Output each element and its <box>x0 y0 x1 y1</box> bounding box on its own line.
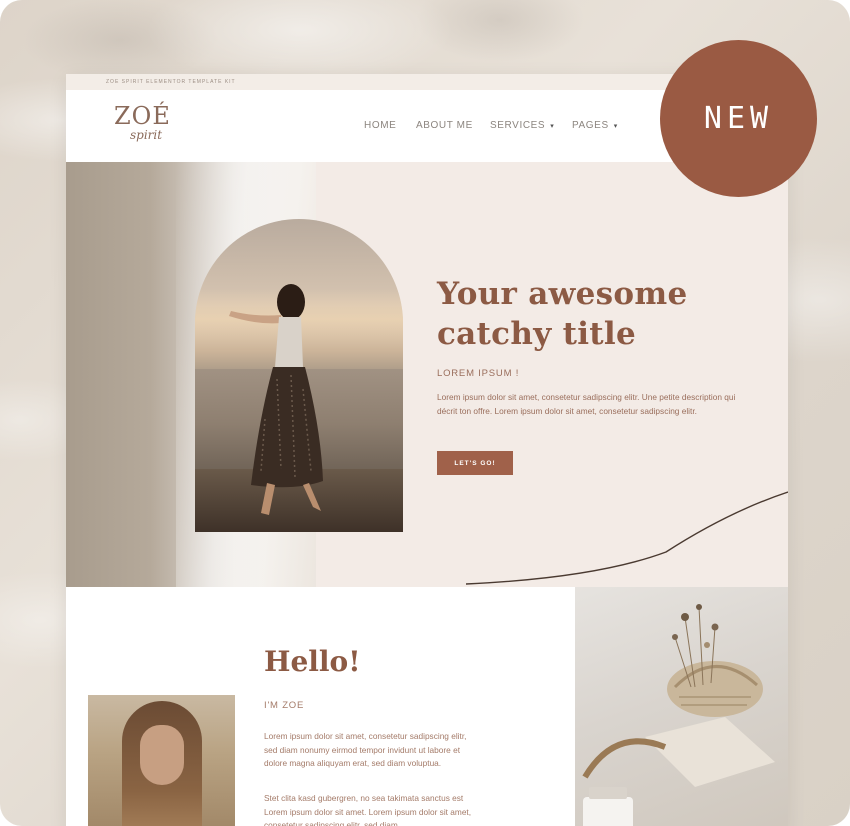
woman-figure <box>229 284 323 515</box>
still-life-illustration <box>582 604 775 826</box>
website-preview: ZOE SPIRIT ELEMENTOR TEMPLATE KIT ZOÉ sp… <box>66 74 788 826</box>
main-nav: HOME ABOUT ME SERVICES ▾ PAGES ▾ <box>364 120 618 131</box>
hero-title-line-1: Your awesome <box>437 276 688 312</box>
hero-title: Your awesome catchy title <box>437 274 737 354</box>
nav-item-label: PAGES <box>572 120 609 131</box>
logo-wordmark: ZOÉ <box>114 102 171 130</box>
nav-item-about-me[interactable]: ABOUT ME <box>416 120 490 131</box>
decorative-wave-line <box>466 491 788 585</box>
new-badge: NEW <box>660 40 817 197</box>
about-heading: Hello! <box>264 645 361 678</box>
about-section: Hello! I'M ZOE Lorem ipsum dolor sit ame… <box>66 587 788 826</box>
about-paragraph-2: Stet clita kasd gubergren, no sea takima… <box>264 793 472 826</box>
lets-go-button[interactable]: LET'S GO! <box>437 451 513 475</box>
dried-flowers-still-life-photo <box>575 587 788 826</box>
nav-item-pages[interactable]: PAGES ▾ <box>572 120 618 131</box>
nav-item-label: ABOUT ME <box>416 120 473 131</box>
hero-section: Your awesome catchy title LOREM IPSUM ! … <box>66 162 788 587</box>
hero-arch-photo <box>195 219 403 532</box>
nav-item-label: HOME <box>364 120 397 131</box>
portrait-photo <box>88 695 235 826</box>
about-paragraph-1: Lorem ipsum dolor sit amet, consetetur s… <box>264 731 467 768</box>
hero-title-line-2: catchy title <box>437 316 637 352</box>
chevron-down-icon: ▾ <box>550 122 555 130</box>
chevron-down-icon: ▾ <box>613 122 618 130</box>
about-subheading: I'M ZOE <box>264 700 305 711</box>
nav-item-services[interactable]: SERVICES ▾ <box>490 120 572 131</box>
site-logo[interactable]: ZOÉ spirit <box>114 102 176 150</box>
nav-item-home[interactable]: HOME <box>364 120 416 131</box>
hero-description: Lorem ipsum dolor sit amet, consetetur s… <box>437 392 736 416</box>
hero-subtitle: LOREM IPSUM ! <box>437 368 520 379</box>
portrait-face <box>140 725 184 785</box>
logo-script: spirit <box>130 128 163 142</box>
nav-item-label: SERVICES <box>490 120 546 131</box>
screenshot-frame: ZOE SPIRIT ELEMENTOR TEMPLATE KIT ZOÉ sp… <box>0 0 850 826</box>
